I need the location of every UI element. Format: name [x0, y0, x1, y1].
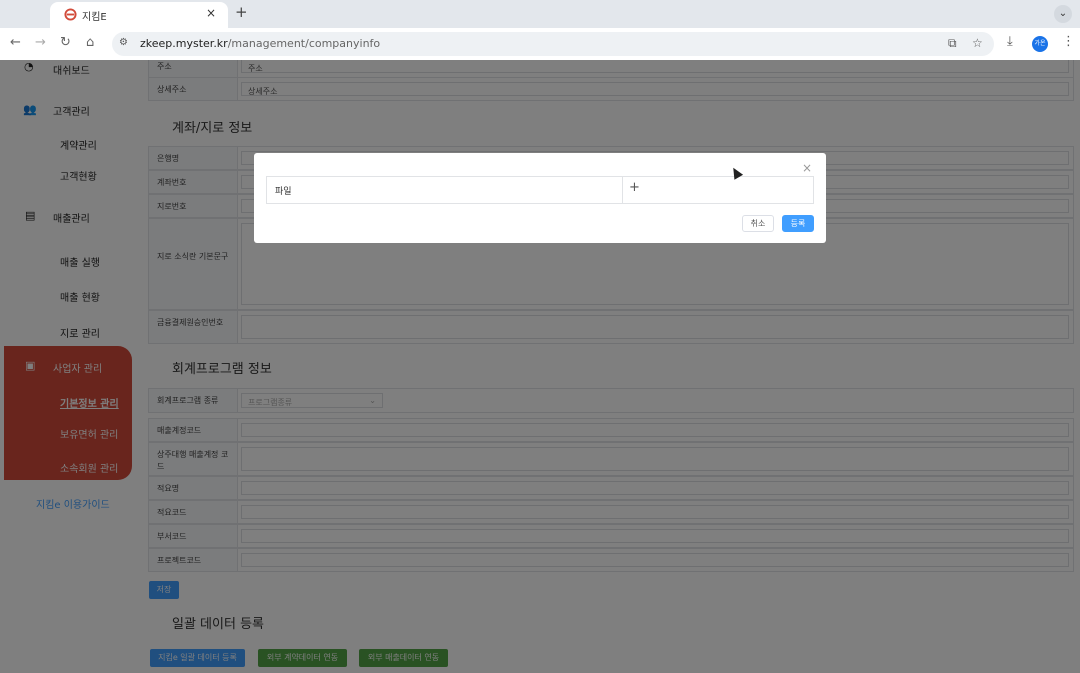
url-text: zkeep.myster.kr/management/companyinfo: [140, 37, 380, 50]
tab-title: 지킴E: [82, 12, 107, 23]
bookmark-star-icon[interactable]: ☆: [972, 36, 983, 50]
add-file-icon[interactable]: +: [629, 180, 640, 195]
address-bar[interactable]: ⚙ zkeep.myster.kr/management/companyinfo…: [112, 32, 994, 56]
reload-icon[interactable]: ↻: [60, 35, 71, 50]
profile-avatar[interactable]: 가온: [1032, 36, 1048, 52]
forward-icon[interactable]: →: [35, 35, 46, 50]
register-button[interactable]: 등록: [782, 215, 814, 232]
url-host: zkeep.myster.kr: [140, 37, 228, 50]
browser-menu-icon[interactable]: ⋮: [1062, 34, 1075, 49]
url-path: /management/companyinfo: [227, 37, 381, 50]
site-info-icon[interactable]: ⚙: [119, 37, 128, 48]
close-icon[interactable]: ×: [802, 161, 812, 175]
file-row: 파일 +: [266, 176, 814, 204]
tab-search-icon[interactable]: ⌄: [1054, 5, 1072, 23]
browser-tabbar: 지킴E × + ⌄: [0, 0, 1080, 28]
browser-tab[interactable]: 지킴E ×: [50, 2, 228, 28]
modal-overlay[interactable]: [0, 60, 1080, 673]
file-upload-modal: × 파일 + 취소 등록: [254, 153, 826, 243]
back-icon[interactable]: ←: [10, 35, 21, 50]
site-favicon-icon: [64, 8, 77, 21]
file-label: 파일: [267, 177, 623, 203]
new-tab-icon[interactable]: +: [235, 3, 248, 21]
cancel-button[interactable]: 취소: [742, 215, 774, 232]
tab-close-icon[interactable]: ×: [206, 6, 216, 20]
open-in-app-icon[interactable]: ⧉: [948, 36, 957, 51]
home-icon[interactable]: ⌂: [86, 35, 94, 50]
browser-toolbar: ← → ↻ ⌂ ⚙ zkeep.myster.kr/management/com…: [0, 28, 1080, 60]
download-icon[interactable]: ⤓: [1007, 34, 1013, 49]
